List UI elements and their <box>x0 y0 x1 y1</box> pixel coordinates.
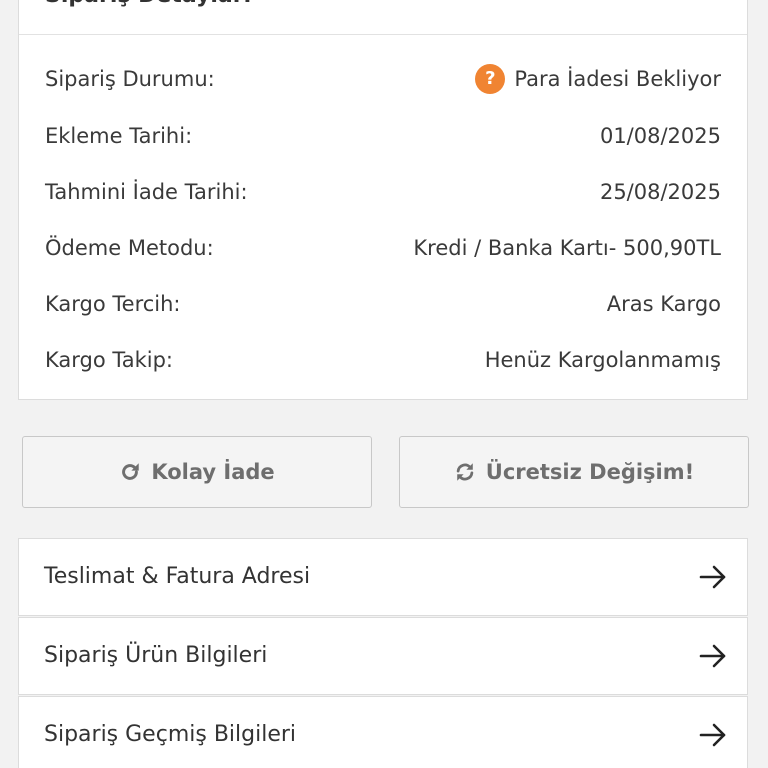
order-details-card: Sipariş Detayları Sipariş Durumu: ? Para… <box>18 0 748 400</box>
added-date-label: Ekleme Tarihi: <box>45 124 193 148</box>
nav-item-label: Sipariş Ürün Bilgileri <box>44 643 268 668</box>
free-exchange-label: Ücretsiz Değişim! <box>485 460 695 484</box>
nav-item-label: Sipariş Geçmiş Bilgileri <box>44 722 297 747</box>
nav-item-order-history-info[interactable]: Sipariş Geçmiş Bilgileri <box>18 696 748 768</box>
detail-row-payment-method: Ödeme Metodu: Kredi / Banka Kartı- 500,9… <box>45 233 721 263</box>
order-details-header[interactable]: Sipariş Detayları <box>19 0 747 35</box>
shipping-choice-label: Kargo Tercih: <box>45 292 181 316</box>
arrow-right-icon <box>699 644 726 668</box>
detail-row-status: Sipariş Durumu: ? Para İadesi Bekliyor <box>45 64 721 94</box>
nav-item-order-product-info[interactable]: Sipariş Ürün Bilgileri <box>18 617 748 695</box>
shipping-tracking-label: Kargo Takip: <box>45 348 174 372</box>
easy-return-button[interactable]: Kolay İade <box>22 436 372 508</box>
status-label: Sipariş Durumu: <box>45 67 215 91</box>
easy-return-label: Kolay İade <box>151 460 275 484</box>
question-circle-icon: ? <box>475 64 506 94</box>
refresh-icon <box>456 463 474 481</box>
shipping-tracking-value: Henüz Kargolanmamış <box>484 348 721 372</box>
free-exchange-button[interactable]: Ücretsiz Değişim! <box>399 436 749 508</box>
order-details-page: Sipariş Detayları Sipariş Durumu: ? Para… <box>0 0 768 768</box>
payment-method-label: Ödeme Metodu: <box>45 236 214 260</box>
detail-row-shipping-tracking: Kargo Takip: Henüz Kargolanmamış <box>45 345 721 375</box>
order-details-title: Sipariş Detayları <box>45 0 251 8</box>
detail-row-shipping-choice: Kargo Tercih: Aras Kargo <box>45 289 721 319</box>
nav-item-delivery-billing-address[interactable]: Teslimat & Fatura Adresi <box>18 538 748 616</box>
refund-date-label: Tahmini İade Tarihi: <box>45 180 248 204</box>
added-date-value: 01/08/2025 <box>599 124 721 148</box>
shipping-choice-value: Aras Kargo <box>606 292 721 316</box>
arrow-right-icon <box>699 565 726 589</box>
nav-item-label: Teslimat & Fatura Adresi <box>44 564 311 589</box>
refund-date-value: 25/08/2025 <box>599 180 721 204</box>
redo-icon <box>122 463 140 480</box>
arrow-right-icon <box>699 723 726 747</box>
detail-row-added-date: Ekleme Tarihi: 01/08/2025 <box>45 121 721 151</box>
status-value: ? Para İadesi Bekliyor <box>475 64 721 94</box>
status-text: Para İadesi Bekliyor <box>514 67 721 91</box>
detail-row-refund-date: Tahmini İade Tarihi: 25/08/2025 <box>45 177 721 207</box>
payment-method-value: Kredi / Banka Kartı- 500,90TL <box>413 236 721 260</box>
